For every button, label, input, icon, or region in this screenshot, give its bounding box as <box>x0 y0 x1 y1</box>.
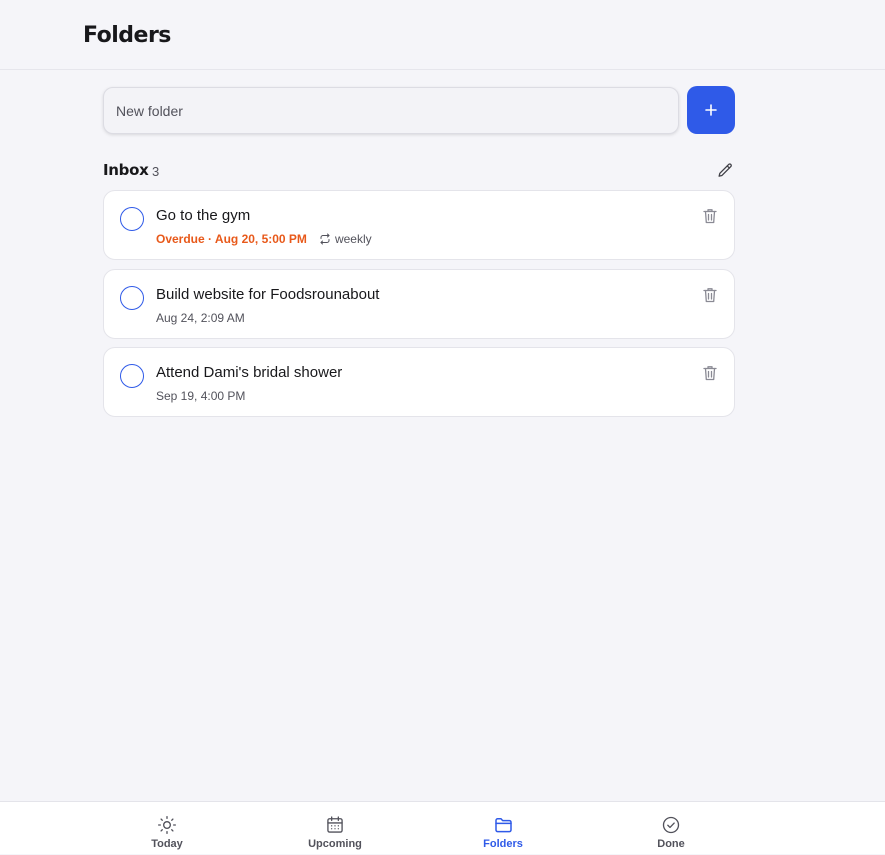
delete-task-button[interactable] <box>702 207 718 225</box>
nav-item-today[interactable]: Today <box>107 802 227 855</box>
top-bar: Folders <box>0 0 885 70</box>
calendar-icon <box>325 814 345 836</box>
sun-icon <box>157 814 177 836</box>
nav-item-done[interactable]: Done <box>611 802 731 855</box>
task-title: Attend Dami's bridal shower <box>156 364 343 381</box>
task-repeat-label: weekly <box>334 232 372 246</box>
task-card[interactable]: Go to the gym Overdue · Aug 20, 5:00 PM … <box>103 190 735 260</box>
task-due-date: Sep 19, 4:00 PM <box>156 389 246 403</box>
add-folder-button[interactable] <box>687 86 735 134</box>
delete-task-button[interactable] <box>702 364 718 382</box>
edit-folder-button[interactable] <box>715 160 735 180</box>
task-title: Build website for Foodsrounabout <box>156 286 380 303</box>
task-complete-checkbox[interactable] <box>120 364 144 388</box>
trash-icon <box>703 209 717 224</box>
nav-item-upcoming[interactable]: Upcoming <box>275 802 395 855</box>
task-meta: Sep 19, 4:00 PM <box>156 389 245 403</box>
task-complete-checkbox[interactable] <box>120 286 144 310</box>
folder-icon <box>493 814 514 836</box>
trash-icon <box>703 366 717 381</box>
delete-task-button[interactable] <box>702 286 718 304</box>
task-card[interactable]: Build website for Foodsrounabout Aug 24,… <box>103 269 735 339</box>
task-due-date: Aug 24, 2:09 AM <box>156 311 245 325</box>
folder-task-count: 3 <box>152 164 160 179</box>
nav-label: Upcoming <box>308 838 362 850</box>
task-title: Go to the gym <box>156 207 251 224</box>
page-title: Folders <box>83 23 171 48</box>
task-complete-checkbox[interactable] <box>120 207 144 231</box>
task-repeat: weekly <box>319 232 372 246</box>
new-folder-input[interactable] <box>103 87 679 134</box>
task-card[interactable]: Attend Dami's bridal shower Sep 19, 4:00… <box>103 347 735 417</box>
folder-name: Inbox <box>103 161 149 179</box>
nav-label: Done <box>657 838 685 850</box>
trash-icon <box>703 288 717 303</box>
check-circle-icon <box>661 814 681 836</box>
task-due-date: Overdue · Aug 20, 5:00 PM <box>156 232 307 246</box>
task-meta: Aug 24, 2:09 AM <box>156 311 245 325</box>
nav-label: Today <box>151 838 183 850</box>
task-meta: Overdue · Aug 20, 5:00 PM weekly <box>156 232 372 246</box>
repeat-icon <box>320 233 330 245</box>
folder-section-header: Inbox 3 <box>103 160 735 182</box>
nav-item-folders[interactable]: Folders <box>443 802 563 855</box>
nav-label: Folders <box>483 838 523 850</box>
plus-icon <box>705 104 717 116</box>
pencil-icon <box>717 162 732 177</box>
bottom-nav: Today Upcoming Folders Done <box>0 801 885 854</box>
